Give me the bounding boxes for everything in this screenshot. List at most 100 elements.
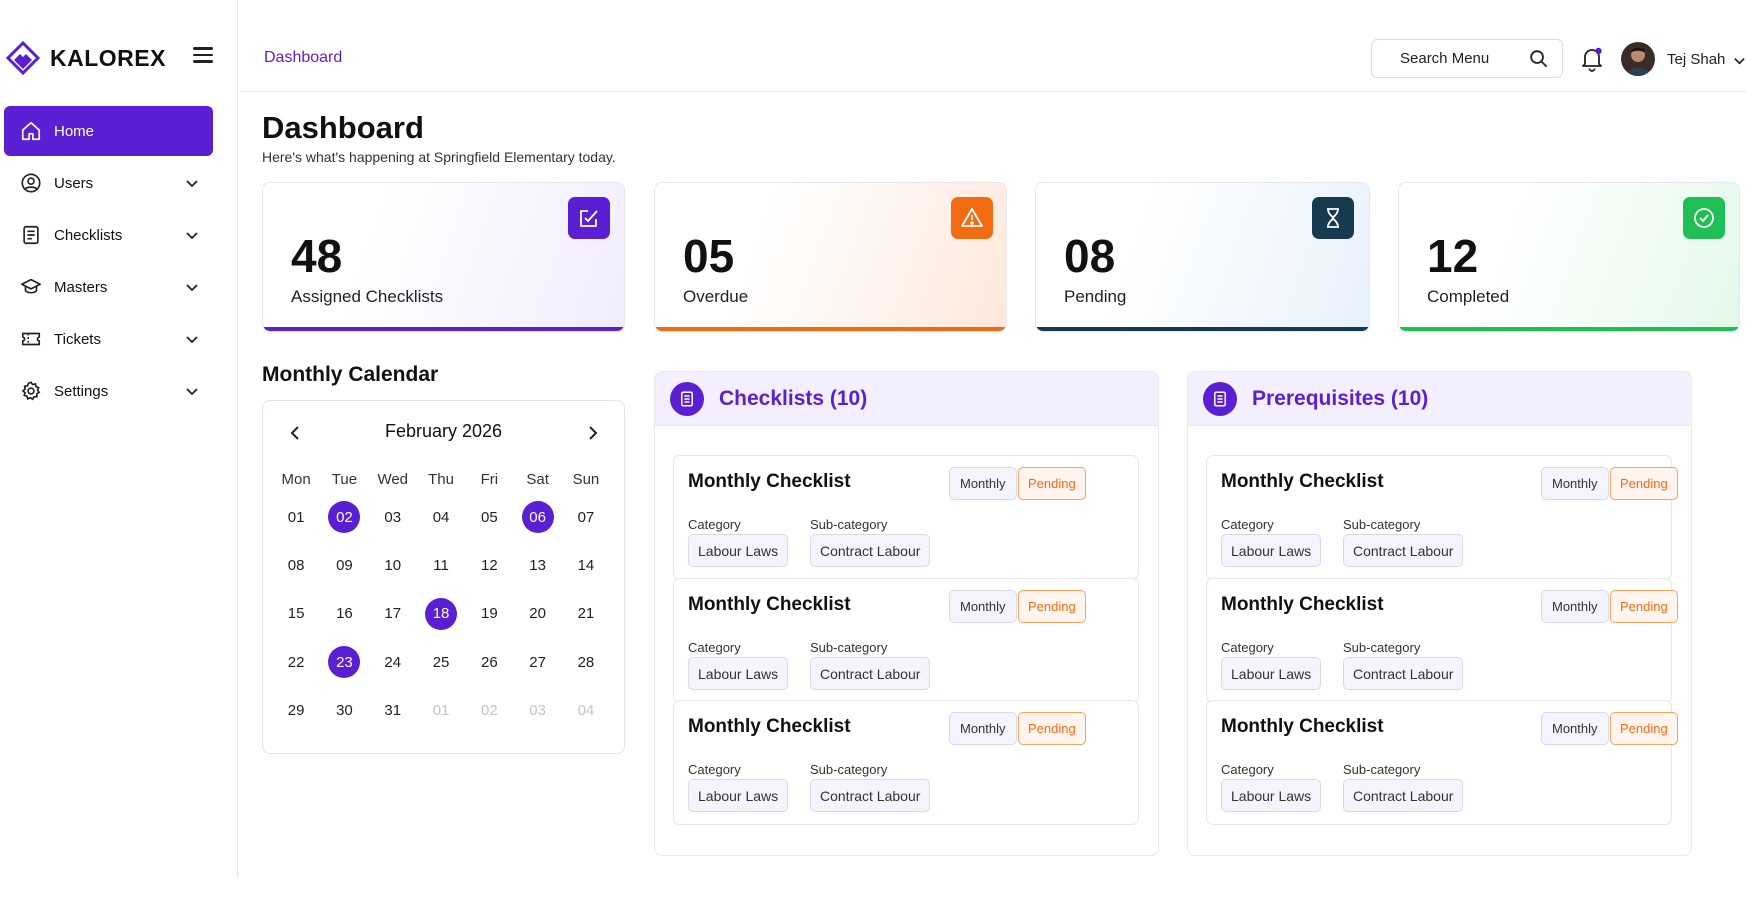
calendar-day-number: 19 bbox=[480, 605, 498, 623]
category-chip: Labour Laws bbox=[1221, 534, 1322, 567]
subcategory-label: Sub-category bbox=[1343, 762, 1421, 777]
sidebar-item-label: Checklists bbox=[54, 226, 123, 244]
calendar-day[interactable]: 10 bbox=[369, 541, 417, 589]
calendar-day[interactable]: 01 bbox=[417, 687, 465, 735]
checklists-panel: Checklists (10) Monthly Checklist Monthly… bbox=[654, 371, 1159, 856]
calendar-title: Monthly Calendar bbox=[262, 363, 439, 386]
calendar-day[interactable]: 17 bbox=[369, 590, 417, 638]
category-label: Category bbox=[1221, 762, 1274, 777]
calendar-day[interactable]: 06 bbox=[513, 493, 561, 541]
chevron-right-icon[interactable] bbox=[583, 424, 601, 442]
stat-card-pending[interactable]: 08 Pending bbox=[1035, 182, 1370, 332]
calendar-day[interactable]: 31 bbox=[369, 687, 417, 735]
breadcrumb-dashboard[interactable]: Dashboard bbox=[264, 49, 342, 67]
calendar-day[interactable]: 14 bbox=[562, 541, 610, 589]
sidebar-item-home[interactable]: Home bbox=[4, 106, 213, 156]
user-name[interactable]: Tej Shah bbox=[1667, 51, 1725, 68]
check-circle-icon bbox=[1683, 197, 1725, 239]
calendar-day[interactable]: 02 bbox=[465, 687, 513, 735]
menu-toggle-icon[interactable] bbox=[193, 47, 213, 65]
calendar-day[interactable]: 19 bbox=[465, 590, 513, 638]
calendar-day[interactable]: 29 bbox=[272, 687, 320, 735]
sidebar-item-checklists[interactable]: Checklists bbox=[4, 210, 213, 260]
checklist-card[interactable]: Monthly Checklist Monthly Pending Category S… bbox=[1206, 455, 1678, 580]
checklist-card[interactable]: Monthly Checklist Monthly Pending Category S… bbox=[673, 700, 1139, 825]
calendar-day[interactable]: 20 bbox=[513, 590, 561, 638]
calendar-day[interactable]: 04 bbox=[562, 687, 610, 735]
calendar-day[interactable]: 23 bbox=[320, 638, 368, 686]
calendar-day[interactable]: 30 bbox=[320, 687, 368, 735]
checklist-card[interactable]: Monthly Checklist Monthly Pending Category S… bbox=[673, 455, 1139, 580]
category-chip: Labour Laws bbox=[1221, 657, 1322, 690]
calendar-day[interactable]: 18 bbox=[417, 590, 465, 638]
subcategory-label: Sub-category bbox=[810, 517, 888, 532]
stat-accent-bar bbox=[1036, 327, 1369, 331]
calendar-day[interactable]: 03 bbox=[513, 687, 561, 735]
calendar-day[interactable]: 01 bbox=[272, 493, 320, 541]
chevron-down-icon[interactable] bbox=[1733, 54, 1746, 67]
checklist-card[interactable]: Monthly Checklist Monthly Pending Category S… bbox=[673, 578, 1139, 703]
frequency-badge: Monthly bbox=[949, 590, 1017, 623]
calendar-day[interactable]: 07 bbox=[562, 493, 610, 541]
stat-label: Overdue bbox=[683, 287, 749, 306]
calendar-day-number: 23 bbox=[328, 646, 361, 679]
calendar-day[interactable]: 12 bbox=[465, 541, 513, 589]
calendar-day[interactable]: 02 bbox=[320, 493, 368, 541]
category-label: Category bbox=[688, 640, 741, 655]
stat-card-completed[interactable]: 12 Completed bbox=[1398, 182, 1740, 332]
panel-header: Checklists (10) bbox=[655, 372, 1158, 426]
chevron-down-icon bbox=[186, 232, 198, 240]
calendar-day[interactable]: 11 bbox=[417, 541, 465, 589]
calendar-day[interactable]: 25 bbox=[417, 638, 465, 686]
calendar-day[interactable]: 05 bbox=[465, 493, 513, 541]
stat-value: 12 bbox=[1427, 230, 1479, 282]
calendar-day[interactable]: 09 bbox=[320, 541, 368, 589]
panel-title: Checklists (10) bbox=[719, 386, 868, 410]
calendar-day[interactable]: 26 bbox=[465, 638, 513, 686]
checklist-card[interactable]: Monthly Checklist Monthly Pending Category S… bbox=[1206, 700, 1678, 825]
calendar-day[interactable]: 08 bbox=[272, 541, 320, 589]
checklist-title: Monthly Checklist bbox=[688, 594, 851, 615]
frequency-badge: Monthly bbox=[949, 712, 1017, 745]
calendar-day[interactable]: 22 bbox=[272, 638, 320, 686]
stat-accent-bar bbox=[263, 327, 624, 331]
stat-card-overdue[interactable]: 05 Overdue bbox=[654, 182, 1007, 332]
calendar-day[interactable]: 15 bbox=[272, 590, 320, 638]
calendar-day[interactable]: 21 bbox=[562, 590, 610, 638]
calendar-day[interactable]: 28 bbox=[562, 638, 610, 686]
calendar-day-number: 03 bbox=[384, 508, 402, 526]
stat-label: Completed bbox=[1427, 287, 1510, 306]
subcategory-chip: Contract Labour bbox=[1343, 534, 1464, 567]
calendar-day[interactable]: 16 bbox=[320, 590, 368, 638]
calendar-weekday: Wed bbox=[377, 471, 409, 488]
ticket-icon bbox=[20, 328, 42, 350]
calendar-day-number: 20 bbox=[529, 605, 546, 623]
monthly-calendar: February 2026 Mon Tue Wed Thu Fri Sat Sun 01 02 0… bbox=[262, 400, 625, 754]
status-badge: Pending bbox=[1610, 712, 1678, 745]
checklist-card[interactable]: Monthly Checklist Monthly Pending Category S… bbox=[1206, 578, 1678, 703]
sidebar-item-settings[interactable]: Settings bbox=[4, 366, 213, 416]
sidebar-item-masters[interactable]: Masters bbox=[4, 262, 213, 312]
sidebar-item-label: Tickets bbox=[54, 330, 101, 348]
stat-label: Pending bbox=[1064, 287, 1127, 306]
calendar-day[interactable]: 13 bbox=[513, 541, 561, 589]
calendar-day[interactable]: 04 bbox=[417, 493, 465, 541]
calendar-day[interactable]: 24 bbox=[369, 638, 417, 686]
avatar[interactable] bbox=[1621, 42, 1655, 76]
stat-card-assigned[interactable]: 48 Assigned Checklists bbox=[262, 182, 625, 332]
calendar-day[interactable]: 03 bbox=[369, 493, 417, 541]
clipboard-icon bbox=[670, 381, 704, 416]
brand[interactable]: KALOREX bbox=[6, 40, 166, 76]
sidebar-item-tickets[interactable]: Tickets bbox=[4, 314, 213, 364]
sidebar-item-label: Masters bbox=[54, 278, 108, 296]
sidebar-item-users[interactable]: Users bbox=[4, 158, 213, 208]
stat-accent-bar bbox=[1399, 327, 1739, 331]
notification-bell-icon[interactable] bbox=[1580, 46, 1604, 72]
search-menu-input[interactable]: Search Menu bbox=[1371, 39, 1563, 78]
status-badge: Pending bbox=[1018, 467, 1086, 500]
checklist-title: Monthly Checklist bbox=[1221, 594, 1384, 615]
calendar-day[interactable]: 27 bbox=[513, 638, 561, 686]
category-label: Category bbox=[1221, 640, 1274, 655]
sidebar-item-label: Users bbox=[54, 174, 94, 192]
calendar-day-number: 09 bbox=[336, 557, 353, 575]
